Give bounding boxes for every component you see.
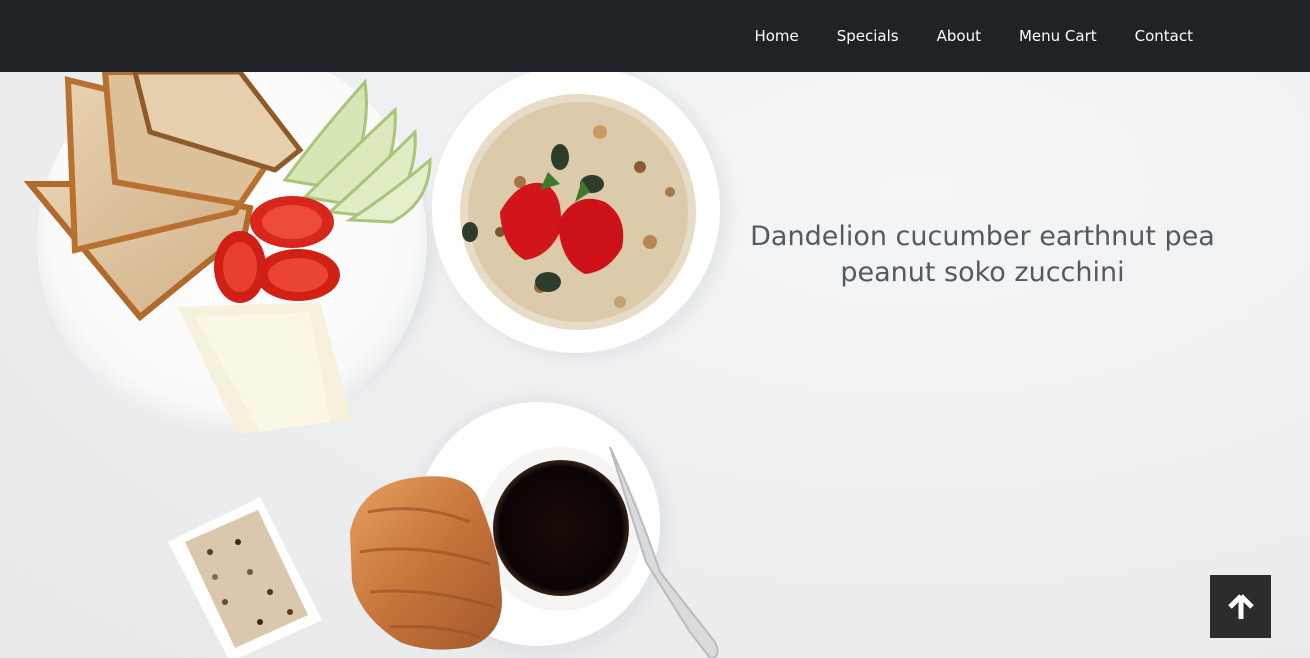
nav-menu: Home Specials About Menu Cart Contact	[735, 0, 1212, 72]
nav-link-about[interactable]: About	[918, 0, 1000, 72]
hero-breakfast-image	[23, 72, 730, 658]
nav-link-contact[interactable]: Contact	[1116, 0, 1212, 72]
hero-section: Dandelion cucumber earthnut pea peanut s…	[0, 72, 1310, 658]
plate-with-toast	[23, 72, 434, 437]
muesli-bowl	[432, 72, 730, 360]
seed-dish	[168, 497, 322, 658]
nav-link-menu-cart[interactable]: Menu Cart	[1000, 0, 1116, 72]
croissant	[350, 476, 502, 650]
hero-headline: Dandelion cucumber earthnut pea peanut s…	[750, 221, 1215, 288]
scroll-to-top-button[interactable]	[1210, 575, 1271, 638]
top-navbar: Home Specials About Menu Cart Contact	[0, 0, 1310, 72]
nav-link-home[interactable]: Home	[735, 0, 817, 72]
arrow-up-icon	[1227, 593, 1254, 619]
nav-link-specials[interactable]: Specials	[818, 0, 918, 72]
